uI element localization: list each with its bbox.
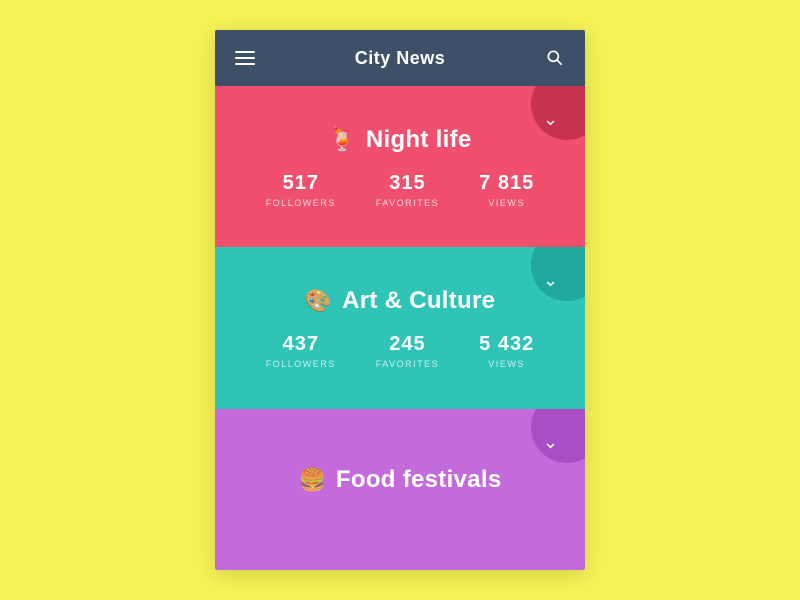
nightlife-favorites-value: 315 [389,172,425,195]
chevron-down-icon: ⌄ [543,271,558,289]
chevron-down-icon: ⌄ [543,433,558,451]
app-title: City News [355,48,446,69]
artculture-expand-button[interactable]: ⌄ [531,247,585,301]
nightlife-followers-value: 517 [283,172,319,195]
food-expand-button[interactable]: ⌄ [531,409,585,463]
search-icon[interactable] [545,48,565,68]
chevron-down-icon: ⌄ [543,110,558,128]
nightlife-title: Night life [366,126,472,154]
nightlife-stats: 517 FOLLOWERS 315 FAVORITES 7 815 VIEWS [266,172,534,208]
phone-container: City News ⌄ 🍹 Night life 517 FOLLOWERS 3… [215,30,585,570]
nightlife-expand-button[interactable]: ⌄ [531,86,585,140]
card-food: ⌄ 🍔 Food festivals [215,409,585,570]
artculture-views: 5 432 VIEWS [479,333,534,369]
menu-button[interactable] [235,51,255,65]
nightlife-favorites: 315 FAVORITES [376,172,439,208]
artculture-views-label: VIEWS [488,359,525,369]
artculture-views-value: 5 432 [479,333,534,356]
food-title-row: 🍔 Food festivals [299,466,502,494]
food-icon: 🍔 [299,467,326,493]
nightlife-favorites-label: FAVORITES [376,198,439,208]
artculture-favorites-label: FAVORITES [376,359,439,369]
artculture-icon: 🎨 [305,288,332,314]
nightlife-followers: 517 FOLLOWERS [266,172,336,208]
artculture-title-row: 🎨 Art & Culture [305,287,496,315]
artculture-favorites-value: 245 [389,333,425,356]
food-title: Food festivals [336,466,502,494]
artculture-favorites: 245 FAVORITES [376,333,439,369]
artculture-followers-value: 437 [283,333,319,356]
artculture-stats: 437 FOLLOWERS 245 FAVORITES 5 432 VIEWS [266,333,534,369]
card-nightlife: ⌄ 🍹 Night life 517 FOLLOWERS 315 FAVORIT… [215,86,585,247]
nightlife-views: 7 815 VIEWS [479,172,534,208]
nightlife-views-label: VIEWS [488,198,525,208]
card-artculture: ⌄ 🎨 Art & Culture 437 FOLLOWERS 245 FAVO… [215,247,585,408]
nightlife-icon: 🍹 [328,127,355,153]
nightlife-followers-label: FOLLOWERS [266,198,336,208]
artculture-followers: 437 FOLLOWERS [266,333,336,369]
artculture-followers-label: FOLLOWERS [266,359,336,369]
artculture-title: Art & Culture [342,287,495,315]
nightlife-views-value: 7 815 [479,172,534,195]
nightlife-title-row: 🍹 Night life [328,126,471,154]
header: City News [215,30,585,86]
